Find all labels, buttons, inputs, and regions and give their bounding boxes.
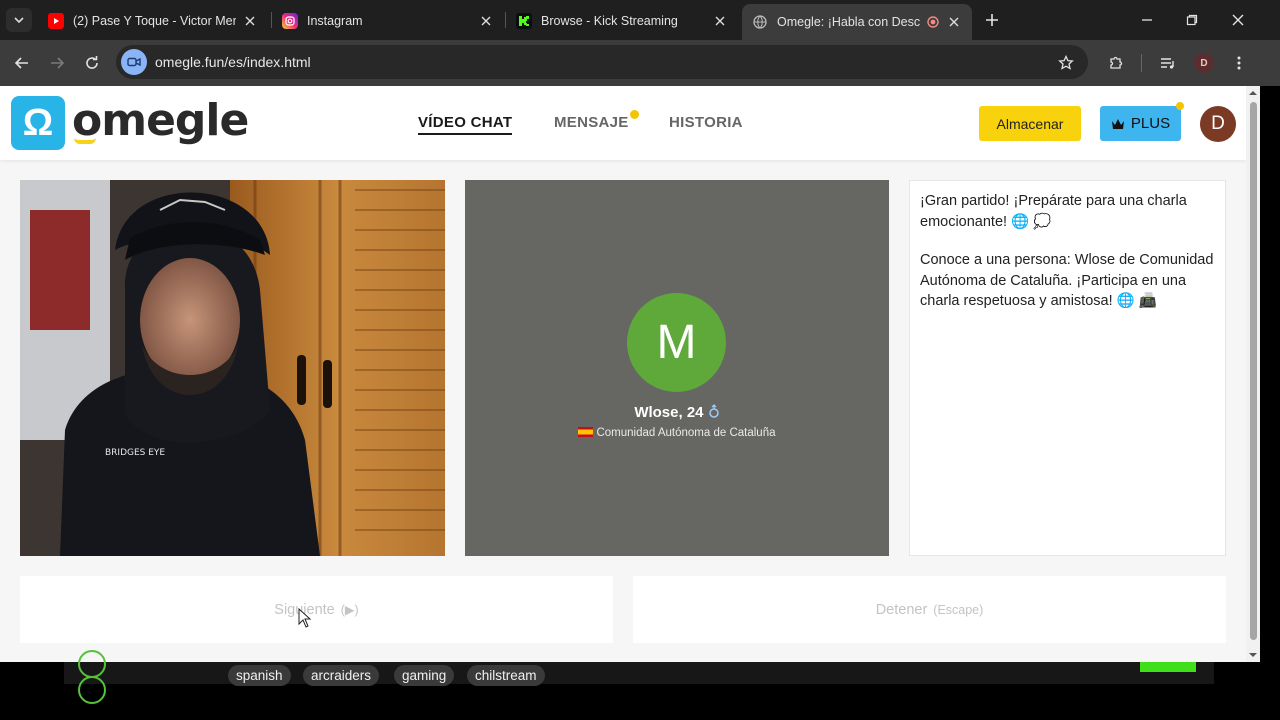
next-button[interactable]: Siguiente (▶) — [20, 576, 613, 643]
stop-button[interactable]: Detener (Escape) — [633, 576, 1226, 643]
channel-ring-icon — [78, 676, 106, 704]
media-controls-button[interactable] — [1156, 51, 1180, 75]
stream-tag[interactable]: spanish — [228, 665, 291, 686]
arrow-right-icon — [51, 57, 65, 69]
nav-video-chat[interactable]: VÍDEO CHAT — [418, 114, 513, 135]
plus-label: PLUS — [1130, 115, 1171, 132]
bookmark-button[interactable] — [1054, 51, 1078, 75]
webcam-image: BRIDGES EYE — [20, 180, 445, 556]
page-content: Ω omegle VÍDEO CHAT MENSAJE HISTORIA Alm… — [0, 86, 1246, 662]
youtube-icon — [48, 13, 64, 29]
back-button[interactable] — [10, 51, 34, 75]
tab-youtube[interactable]: (2) Pase Y Toque - Victor Mendi — [38, 6, 268, 36]
stream-tag[interactable]: chilstream — [467, 665, 545, 686]
remote-user-avatar: M — [627, 293, 726, 392]
browser-menu-button[interactable] — [1227, 51, 1251, 75]
minimize-icon — [1142, 19, 1152, 21]
close-icon — [1232, 14, 1244, 26]
browser-profile-avatar[interactable]: D — [1194, 53, 1214, 73]
scrollbar-thumb[interactable] — [1250, 102, 1257, 640]
close-window-button[interactable] — [1226, 8, 1250, 32]
chat-message: Conoce a una persona: Wlose de Comunidad… — [920, 252, 1214, 310]
tab-instagram[interactable]: Instagram — [272, 6, 504, 36]
restore-button[interactable] — [1180, 8, 1204, 32]
gender-male-icon — [708, 404, 719, 418]
plus-icon — [986, 14, 998, 26]
tab-title: Browse - Kick Streaming — [541, 14, 678, 28]
restore-icon — [1186, 14, 1198, 26]
toolbar-divider — [1141, 54, 1142, 72]
stream-tag[interactable]: arcraiders — [303, 665, 380, 686]
star-icon — [1058, 55, 1074, 70]
reload-icon — [86, 56, 98, 69]
instagram-icon — [282, 13, 298, 29]
follow-button-edge[interactable] — [1140, 662, 1196, 672]
self-video-feed: BRIDGES EYE — [20, 180, 445, 556]
plus-notification-dot — [1176, 102, 1184, 110]
store-button[interactable]: Almacenar — [979, 106, 1081, 141]
page-scrollbar[interactable] — [1246, 86, 1260, 662]
tab-title: Instagram — [307, 14, 363, 28]
browser-toolbar: omegle.fun/es/index.html — [0, 40, 1280, 86]
remote-video-feed: M Wlose, 24 Comunidad Autónoma de Catalu… — [465, 180, 889, 556]
reload-button[interactable] — [80, 51, 104, 75]
remote-user-name: Wlose, 24 — [465, 404, 889, 421]
close-tab-icon[interactable] — [712, 13, 728, 29]
tab-title: (2) Pase Y Toque - Victor Mendi — [73, 14, 236, 28]
chat-panel: ¡Gran partido! ¡Prepárate para una charl… — [909, 180, 1226, 556]
spain-flag-icon — [578, 427, 594, 437]
tab-search-button[interactable] — [6, 8, 32, 32]
message-notification-dot — [630, 110, 639, 119]
playlist-icon — [1161, 58, 1174, 69]
new-tab-button[interactable] — [982, 10, 1002, 30]
channel-ring-icon — [78, 650, 106, 678]
plus-button[interactable]: PLUS — [1100, 106, 1181, 141]
minimize-button[interactable] — [1135, 8, 1159, 32]
nav-message[interactable]: MENSAJE — [554, 114, 629, 131]
next-hint: (▶) — [340, 603, 359, 617]
chat-message: ¡Gran partido! ¡Prepárate para una charl… — [920, 193, 1187, 230]
arrow-left-icon — [14, 57, 28, 69]
logo-swoosh — [74, 138, 96, 144]
omegle-logo-icon[interactable]: Ω — [11, 96, 65, 150]
nav-history[interactable]: HISTORIA — [669, 114, 743, 131]
site-info-icon[interactable] — [121, 49, 147, 75]
mouse-cursor-icon — [298, 608, 312, 628]
stream-tag[interactable]: gaming — [394, 665, 455, 686]
close-tab-icon[interactable] — [242, 13, 258, 29]
stop-label: Detener — [875, 601, 928, 618]
tab-bar: (2) Pase Y Toque - Victor Mendi Instagra… — [0, 0, 1280, 40]
remote-user-location: Comunidad Autónoma de Cataluña — [465, 427, 889, 439]
stream-overlay-area: spanish arcraiders gaming chilstream — [0, 650, 1280, 720]
chevron-down-icon — [14, 17, 24, 24]
crown-icon — [1111, 118, 1124, 129]
svg-text:BRIDGES EYE: BRIDGES EYE — [105, 448, 165, 458]
stop-hint: (Escape) — [933, 602, 984, 617]
user-avatar[interactable]: D — [1200, 106, 1236, 142]
site-header: Ω omegle VÍDEO CHAT MENSAJE HISTORIA Alm… — [0, 86, 1246, 160]
globe-icon — [752, 14, 768, 30]
tab-omegle[interactable]: Omegle: ¡Habla con Descor — [742, 4, 972, 40]
scroll-down-icon[interactable] — [1246, 650, 1260, 660]
puzzle-icon — [1110, 56, 1123, 69]
tab-kick[interactable]: Browse - Kick Streaming — [506, 6, 738, 36]
address-bar[interactable]: omegle.fun/es/index.html — [116, 45, 1088, 79]
tab-title: Omegle: ¡Habla con Descor — [777, 15, 920, 29]
remote-name-text: Wlose, 24 — [634, 404, 704, 421]
kebab-menu-icon — [1237, 56, 1241, 70]
close-tab-icon[interactable] — [478, 13, 494, 29]
recording-icon — [926, 14, 940, 30]
remote-location-text: Comunidad Autónoma de Cataluña — [596, 427, 776, 439]
extensions-button[interactable] — [1104, 51, 1128, 75]
kick-icon — [516, 13, 532, 29]
scroll-up-icon[interactable] — [1246, 88, 1260, 98]
url-text: omegle.fun/es/index.html — [155, 54, 311, 70]
forward-button[interactable] — [45, 51, 69, 75]
close-tab-icon[interactable] — [946, 14, 962, 30]
omegle-logo-text[interactable]: omegle — [72, 95, 249, 146]
